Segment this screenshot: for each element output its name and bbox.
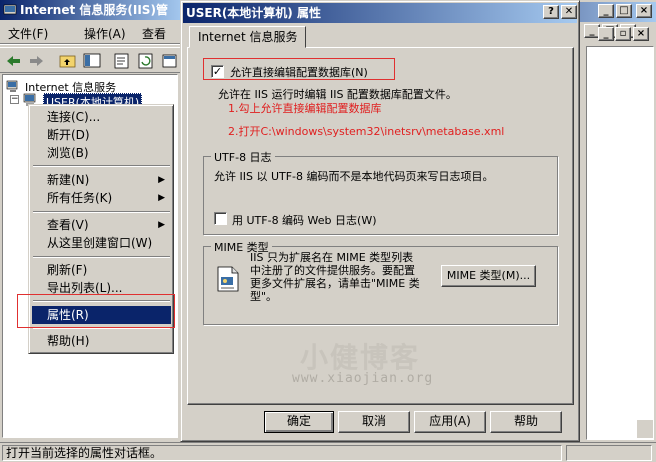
mmc-title: Internet 信息服务(IIS)管 — [20, 3, 168, 17]
mmc-minimize-button[interactable]: _ — [598, 4, 614, 18]
inner-restore-button[interactable]: ▫ — [615, 27, 631, 41]
utf8-description: 允许 IIS 以 UTF-8 编码而不是本地代码页来写日志项目。 — [214, 170, 494, 183]
submenu-arrow-icon: ▶ — [158, 220, 165, 230]
submenu-arrow-icon: ▶ — [158, 175, 165, 185]
mmc-maximize-button[interactable]: □ — [616, 4, 632, 18]
status-panel — [566, 445, 652, 461]
menu-file[interactable]: 文件(F) — [8, 25, 48, 42]
dialog-title: USER(本地计算机) 属性 — [186, 6, 321, 20]
inner-close-button[interactable]: × — [633, 27, 649, 41]
menu-item-connect[interactable]: 连接(C)... — [32, 108, 171, 126]
watermark-url: www.xiaojian.org — [292, 371, 434, 386]
mime-types-button[interactable]: MIME 类型(M)... — [441, 265, 536, 287]
menu-item-disconnect[interactable]: 断开(D) — [32, 126, 171, 144]
tab-panel: ✓ 允许直接编辑配置数据库(N) 允许在 IIS 运行时编辑 IIS 配置数据库… — [187, 47, 574, 405]
status-bar: 打开当前选择的属性对话框。 — [0, 442, 656, 462]
properties-icon[interactable] — [112, 51, 132, 71]
menu-item-view[interactable]: 查看(V) ▶ — [32, 216, 171, 234]
inner-minimize-button[interactable]: _ — [598, 27, 614, 41]
mmc-close-button[interactable]: × — [636, 4, 652, 18]
apply-button[interactable]: 应用(A) — [414, 411, 486, 433]
menu-item-help[interactable]: 帮助(H) — [32, 332, 171, 350]
up-level-icon[interactable] — [58, 51, 78, 71]
utf8-log-group: UTF-8 日志 允许 IIS 以 UTF-8 编码而不是本地代码页来写日志项目… — [203, 149, 558, 235]
menu-separator — [33, 211, 170, 213]
show-hide-tree-icon[interactable] — [82, 51, 102, 71]
status-text: 打开当前选择的属性对话框。 — [2, 445, 562, 461]
watermark-brand: 小健博客 — [300, 341, 421, 374]
utf8-log-label[interactable]: 用 UTF-8 编码 Web 日志(W) — [232, 212, 377, 228]
dialog-title-bar[interactable]: USER(本地计算机) 属性 — [183, 3, 577, 23]
mime-types-group: MIME 类型 IIS 只为扩展名在 MIME 类型列表 中注册了的文件提供服务… — [203, 239, 558, 325]
forward-arrow-icon[interactable] — [26, 51, 46, 71]
menu-action[interactable]: 操作(A) — [84, 25, 126, 42]
ok-button[interactable]: 确定 — [264, 411, 334, 433]
menu-view[interactable]: 查看 — [142, 25, 166, 42]
inner-window-controls: _ ▫ × — [584, 24, 656, 44]
menu-item-new[interactable]: 新建(N) ▶ — [32, 171, 171, 189]
utf8-log-checkbox[interactable] — [214, 212, 227, 225]
back-arrow-icon[interactable] — [4, 51, 24, 71]
tree-collapse-toggle[interactable]: − — [10, 95, 19, 104]
mmc-toolbar — [0, 47, 185, 73]
refresh-icon[interactable] — [136, 51, 156, 71]
menu-item-refresh[interactable]: 刷新(F) — [32, 261, 171, 279]
details-pane — [586, 46, 654, 440]
help-button[interactable]: ? — [543, 5, 559, 19]
submenu-arrow-icon: ▶ — [158, 193, 165, 203]
resize-grip[interactable] — [637, 420, 653, 438]
help-dialog-button[interactable]: 帮助 — [490, 411, 562, 433]
annotation-box-direct-edit — [203, 58, 395, 80]
dialog-close-button[interactable]: ✕ — [561, 5, 577, 19]
menu-separator — [33, 165, 170, 167]
mmc-menubar: 文件(F) 操作(A) 查看 — [0, 22, 200, 44]
tab-internet-info-service[interactable]: Internet 信息服务 — [189, 26, 307, 48]
menu-separator — [33, 256, 170, 258]
iis-root-icon — [6, 80, 18, 92]
mmc-title-bar[interactable]: Internet 信息服务(IIS)管 — [0, 0, 184, 20]
annotation-box-properties — [17, 294, 175, 328]
cancel-button[interactable]: 取消 — [338, 411, 410, 433]
iis-app-icon — [3, 4, 17, 15]
export-icon[interactable] — [160, 51, 180, 71]
menu-item-all-tasks[interactable]: 所有任务(K) ▶ — [32, 189, 171, 207]
annotation-step1: 1.勾上允许直接编辑配置数据库 — [228, 102, 382, 115]
utf8-group-label: UTF-8 日志 — [211, 149, 275, 165]
menu-item-browse[interactable]: 浏览(B) — [32, 144, 171, 162]
annotation-step2: 2.打开C:\windows\system32\inetsrv\metabase… — [228, 125, 505, 138]
menubar-divider — [0, 43, 184, 45]
mime-document-icon — [217, 266, 239, 292]
menu-item-new-window[interactable]: 从这里创建窗口(W) — [32, 234, 171, 252]
mime-description: IIS 只为扩展名在 MIME 类型列表 中注册了的文件提供服务。要配置 更多文… — [250, 251, 420, 303]
